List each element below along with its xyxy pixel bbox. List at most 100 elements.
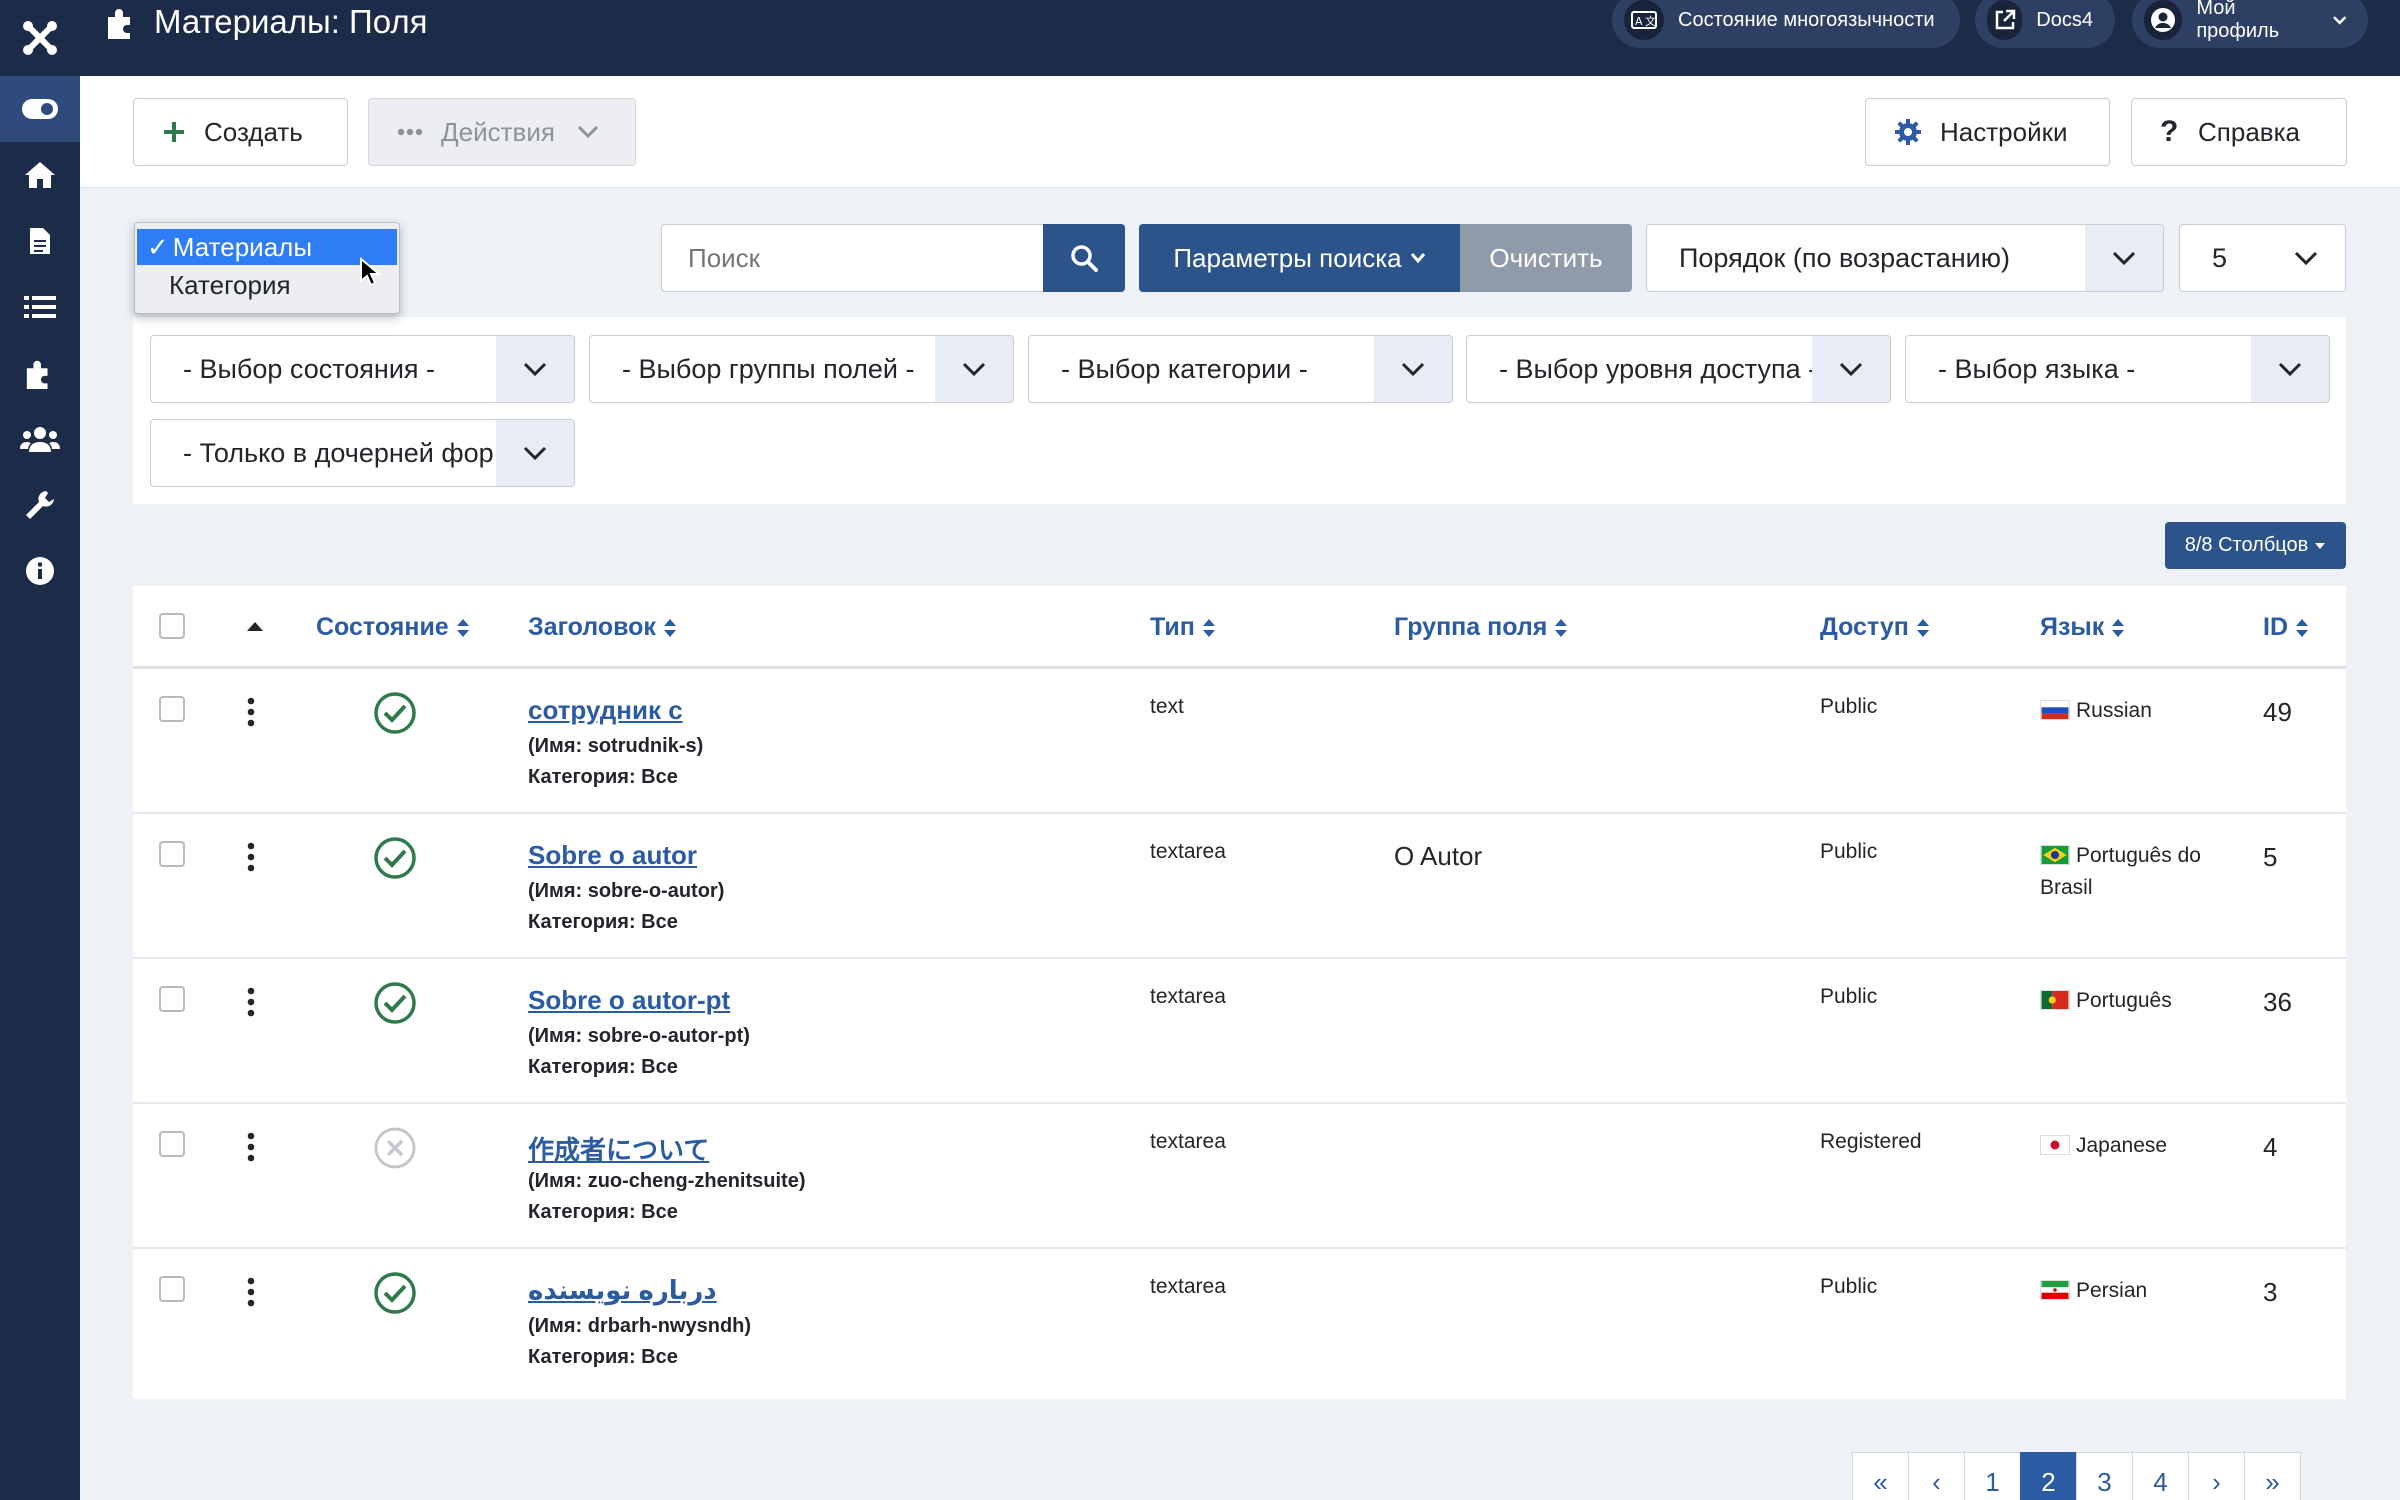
sidebar-toggle[interactable] <box>0 76 80 142</box>
context-option-articles[interactable]: ✓ Материалы <box>137 229 397 265</box>
puzzle-icon <box>108 9 130 39</box>
select-all-checkbox[interactable] <box>159 613 185 639</box>
ellipsis-icon <box>397 128 423 136</box>
search-button[interactable] <box>1043 224 1125 292</box>
published-icon[interactable] <box>373 1271 417 1315</box>
published-icon[interactable] <box>373 981 417 1025</box>
page-4-button[interactable]: 4 <box>2132 1452 2189 1500</box>
multilingual-status-button[interactable]: A文 Состояние многоязычности <box>1612 0 1960 48</box>
field-alias: (Имя: sobre-o-autor) <box>528 880 725 902</box>
th-language[interactable]: Язык <box>2040 613 2125 642</box>
row-checkbox[interactable] <box>159 1131 185 1157</box>
context-dropdown[interactable]: ✓ Материалы Категория <box>134 222 400 314</box>
row-actions-icon[interactable] <box>247 987 255 1017</box>
profile-button[interactable]: Мой профиль <box>2132 0 2368 48</box>
page-1-button[interactable]: 1 <box>1964 1452 2021 1500</box>
page-prev-button[interactable]: ‹ <box>1908 1452 1965 1500</box>
filter-group-value: - Выбор группы полей - <box>622 353 915 384</box>
filter-state-select[interactable]: - Выбор состояния - <box>150 335 575 403</box>
table-row: 作成者について (Имя: zuo-cheng-zhenitsuite) Катег… <box>133 1104 2346 1249</box>
th-type-label: Тип <box>1150 613 1195 641</box>
search-tools-button[interactable]: Параметры поиска <box>1139 224 1460 292</box>
field-title-link[interactable]: Sobre o autor <box>528 840 697 871</box>
unpublished-icon[interactable] <box>373 1126 417 1170</box>
flag-icon <box>2040 1134 2076 1157</box>
filter-context-select[interactable]: - Только в дочерней фор <box>150 419 575 487</box>
th-title[interactable]: Заголовок <box>528 613 677 642</box>
published-icon[interactable] <box>373 691 417 735</box>
limit-select[interactable]: 5 <box>2179 224 2346 292</box>
sidebar-item-system[interactable] <box>0 472 80 538</box>
sort-asc-icon[interactable] <box>246 620 264 632</box>
filter-access-select[interactable]: - Выбор уровня доступа - <box>1466 335 1891 403</box>
th-title-label: Заголовок <box>528 613 656 641</box>
chevron-down-icon <box>496 336 574 402</box>
filter-language-value: - Выбор языка - <box>1938 353 2136 384</box>
field-language-label: Persian <box>2076 1279 2148 1302</box>
checkmark-icon: ✓ <box>147 231 169 262</box>
language-icon: A文 <box>1624 0 1664 40</box>
filter-group-select[interactable]: - Выбор группы полей - <box>589 335 1014 403</box>
plus-icon <box>162 120 186 144</box>
field-access: Registered <box>1820 1130 1922 1153</box>
search-input[interactable] <box>661 224 1044 292</box>
field-title-link[interactable]: 作成者について <box>528 1130 709 1167</box>
sidebar-item-content[interactable] <box>0 208 80 274</box>
row-checkbox[interactable] <box>159 841 185 867</box>
field-title-link[interactable]: درباره نویسنده <box>528 1275 717 1306</box>
field-title-link[interactable]: сотрудник с <box>528 695 683 726</box>
actions-button[interactable]: Действия <box>368 98 636 166</box>
page-last-button[interactable]: » <box>2244 1452 2301 1500</box>
page-3-button[interactable]: 3 <box>2076 1452 2133 1500</box>
sort-icon <box>1202 618 1215 637</box>
flag-icon <box>2040 989 2076 1012</box>
context-option-label: Материалы <box>172 231 313 262</box>
pagination: « ‹ 1 2 3 4 › » <box>1852 1452 2301 1500</box>
th-group[interactable]: Группа поля <box>1394 613 1568 642</box>
th-id[interactable]: ID <box>2263 613 2309 642</box>
sidebar-item-users[interactable] <box>0 406 80 472</box>
help-button[interactable]: ? Справка <box>2131 98 2347 166</box>
published-icon[interactable] <box>373 836 417 880</box>
context-option-category[interactable]: Категория <box>137 267 397 303</box>
filter-language-select[interactable]: - Выбор языка - <box>1905 335 2330 403</box>
field-id: 4 <box>2263 1132 2278 1162</box>
ordering-select[interactable]: Порядок (по возрастанию) <box>1646 224 2164 292</box>
field-title-link[interactable]: Sobre o autor-pt <box>528 985 730 1016</box>
row-actions-icon[interactable] <box>247 697 255 727</box>
th-state-label: Состояние <box>316 613 449 641</box>
th-access-label: Доступ <box>1820 613 1909 641</box>
page-2-button[interactable]: 2 <box>2020 1452 2077 1500</box>
docs-button[interactable]: Docs4 <box>1975 0 2115 48</box>
row-checkbox[interactable] <box>159 1276 185 1302</box>
field-id: 3 <box>2263 1277 2278 1307</box>
users-icon <box>20 427 60 452</box>
sidebar-item-home[interactable] <box>0 142 80 208</box>
field-language: Japanese <box>2040 1130 2240 1162</box>
profile-label: Мой профиль <box>2196 0 2280 42</box>
filter-category-select[interactable]: - Выбор категории - <box>1028 335 1453 403</box>
row-actions-icon[interactable] <box>247 1277 255 1307</box>
limit-value: 5 <box>2212 242 2228 273</box>
clear-button[interactable]: Очистить <box>1460 224 1632 292</box>
th-type[interactable]: Тип <box>1150 613 1216 642</box>
th-access[interactable]: Доступ <box>1820 613 1930 642</box>
page-first-button[interactable]: « <box>1852 1452 1909 1500</box>
multilingual-status-label: Состояние многоязычности <box>1678 8 1935 31</box>
sidebar-item-components[interactable] <box>0 340 80 406</box>
page-next-button[interactable]: › <box>2188 1452 2245 1500</box>
row-actions-icon[interactable] <box>247 842 255 872</box>
joomla-logo[interactable] <box>0 0 80 76</box>
create-button[interactable]: Создать <box>133 98 348 166</box>
fields-table: Состояние Заголовок Тип Группа поля Дост… <box>133 586 2346 1399</box>
field-type: text <box>1150 695 1184 718</box>
options-button[interactable]: Настройки <box>1865 98 2110 166</box>
row-checkbox[interactable] <box>159 986 185 1012</box>
row-actions-icon[interactable] <box>247 1132 255 1162</box>
columns-button[interactable]: 8/8 Столбцов <box>2165 522 2346 569</box>
row-checkbox[interactable] <box>159 696 185 722</box>
sidebar-item-menus[interactable] <box>0 274 80 340</box>
sidebar-item-help[interactable] <box>0 538 80 604</box>
field-language-label: Russian <box>2076 699 2152 722</box>
th-state[interactable]: Состояние <box>316 613 470 642</box>
